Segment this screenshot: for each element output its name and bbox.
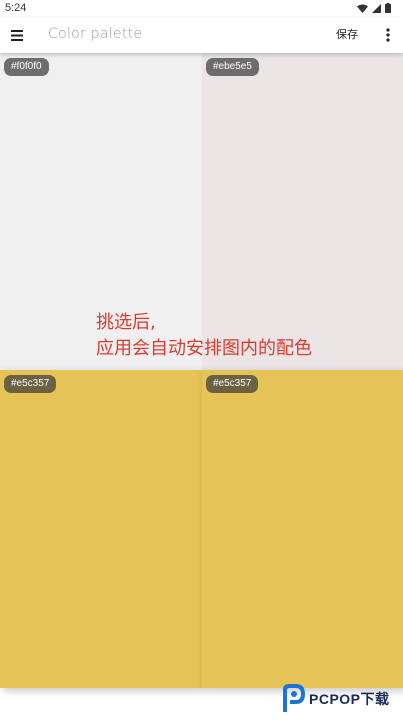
watermark: PCPOP下载 xyxy=(280,684,390,714)
hex-code-chip[interactable]: #e5c357 xyxy=(4,375,57,393)
hamburger-menu-icon[interactable] xyxy=(8,25,28,45)
hex-code-chip[interactable]: #ebe5e5 xyxy=(206,58,259,76)
status-time: 5:24 xyxy=(5,2,27,14)
more-options-icon[interactable] xyxy=(380,25,396,45)
status-bar: 5:24 xyxy=(0,0,403,17)
battery-icon xyxy=(385,3,391,13)
hex-code-chip[interactable]: #e5c357 xyxy=(206,375,259,393)
app-bar: Color palette 保存 xyxy=(0,17,403,53)
page-title: Color palette xyxy=(48,26,143,42)
color-swatch[interactable]: #e5c357 xyxy=(202,370,403,688)
save-button[interactable]: 保存 xyxy=(336,26,358,42)
overlay-caption: 挑选后, 应用会自动安排图内的配色 xyxy=(96,310,312,362)
hex-code-chip[interactable]: #f0f0f0 xyxy=(4,58,49,76)
pcpop-logo-icon xyxy=(280,684,306,714)
overlay-caption-line: 应用会自动安排图内的配色 xyxy=(96,338,312,359)
status-icons xyxy=(357,3,391,13)
wifi-icon xyxy=(357,4,368,13)
color-swatch[interactable]: #e5c357 xyxy=(0,370,202,688)
watermark-text: PCPOP下载 xyxy=(309,691,390,707)
overlay-caption-line: 挑选后, xyxy=(96,312,156,333)
signal-icon xyxy=(372,3,381,13)
